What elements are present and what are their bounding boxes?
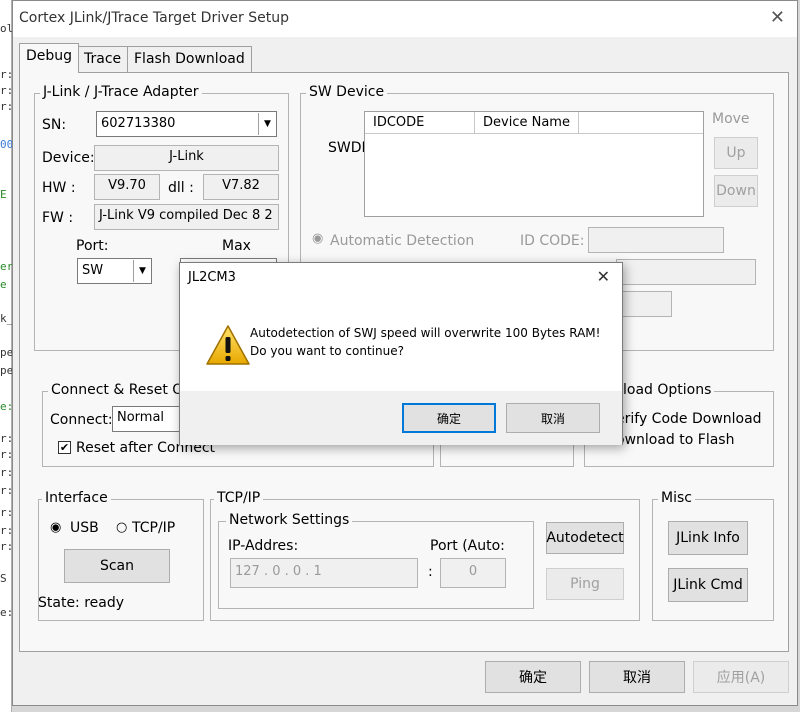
device-table[interactable]: IDCODE Device Name (364, 111, 704, 217)
title-bar: Cortex JLink/JTrace Target Driver Setup … (13, 1, 797, 37)
bg-text: e (0, 278, 7, 291)
tcpip-radio-label: TCP/IP (132, 520, 176, 536)
apply-button[interactable]: 应用(A) (693, 661, 789, 693)
port-auto-label: Port (Auto: (430, 538, 505, 554)
background-window: ole r: r: r: 00 E er e k_ pe pe e: r: r:… (0, 0, 20, 712)
sw-device-group-label: SW Device (306, 84, 388, 100)
sn-value: 602713380 (101, 116, 176, 131)
interface-group-label: Interface (42, 490, 111, 506)
scan-button[interactable]: Scan (64, 549, 170, 583)
popup-title: JL2CM3 (188, 270, 236, 285)
column-header-idcode[interactable]: IDCODE (365, 112, 475, 134)
up-button[interactable]: Up (714, 137, 758, 169)
swdi-label: SWDI (328, 140, 366, 156)
auto-detect-label: Automatic Detection (330, 233, 475, 249)
device-field: J-Link (94, 145, 279, 171)
column-header-empty (579, 112, 703, 134)
port-label: Port: (76, 238, 109, 254)
popup-cancel-button[interactable]: 取消 (506, 403, 600, 433)
popup-footer: 确定 取消 (180, 391, 622, 445)
bg-text: S (0, 572, 7, 585)
connect-reset-group-label: Connect & Reset Op (48, 382, 196, 398)
down-button[interactable]: Down (714, 175, 758, 207)
chevron-down-icon[interactable]: ▼ (258, 113, 276, 135)
download-options-group-label: load Options (620, 382, 715, 398)
close-icon[interactable]: ✕ (770, 7, 785, 28)
verify-code-download-label: erify Code Download (616, 411, 762, 427)
tab-trace[interactable]: Trace (77, 46, 129, 72)
state-label: State: ready (38, 595, 125, 611)
usb-label: USB (70, 520, 99, 536)
misc-group-label: Misc (658, 490, 695, 506)
misc-group (652, 499, 774, 621)
chevron-down-icon[interactable]: ▼ (133, 260, 151, 282)
sn-label: SN: (42, 117, 67, 133)
window-title: Cortex JLink/JTrace Target Driver Setup (19, 10, 289, 26)
bg-text: E (0, 188, 7, 201)
ap-field (616, 291, 672, 317)
hw-field: V9.70 (94, 174, 160, 200)
device-name-field (616, 259, 756, 285)
max-label: Max (222, 238, 251, 254)
port-field[interactable]: 0 (440, 558, 506, 588)
port-value: SW (82, 263, 104, 278)
autodetect-button[interactable]: Autodetect (546, 522, 624, 554)
radio-unselected-icon[interactable]: ○ (116, 520, 127, 535)
jlink-info-button[interactable]: JLink Info (668, 521, 748, 555)
ip-address-field[interactable]: 127 . 0 . 0 . 1 (230, 558, 418, 588)
warning-icon (204, 323, 252, 367)
close-icon[interactable]: ✕ (597, 267, 610, 286)
id-code-label: ID CODE: (520, 233, 585, 249)
id-code-field (588, 227, 724, 253)
sn-select[interactable]: 602713380 ▼ (96, 111, 277, 137)
column-header-device-name[interactable]: Device Name (475, 112, 579, 134)
tab-debug[interactable]: Debug (19, 43, 80, 73)
connect-label: Connect: (50, 412, 113, 428)
dll-field: V7.82 (203, 174, 279, 200)
confirm-dialog: JL2CM3 ✕ Autodetection of SWJ speed will… (179, 262, 623, 445)
radio-icon[interactable]: ◉ (312, 231, 323, 246)
colon-separator: : (428, 564, 433, 580)
move-label: Move (712, 111, 750, 127)
radio-selected-icon[interactable]: ◉ (50, 520, 61, 535)
cancel-button[interactable]: 取消 (589, 661, 685, 693)
checkbox-checked-icon[interactable]: ✔ (58, 441, 71, 454)
adapter-group-label: J-Link / J-Trace Adapter (40, 84, 202, 100)
hw-label: HW : (42, 180, 76, 196)
popup-message-line2: Do you want to continue? (250, 344, 404, 358)
ip-address-label: IP-Addres: (228, 538, 299, 554)
network-settings-label: Network Settings (226, 512, 353, 528)
download-to-flash-label: ownload to Flash (616, 432, 735, 448)
ok-button[interactable]: 确定 (485, 661, 581, 693)
ping-button[interactable]: Ping (546, 568, 624, 600)
tab-flash-download[interactable]: Flash Download (127, 46, 252, 72)
fw-label: FW : (42, 210, 74, 226)
port-select[interactable]: SW ▼ (77, 258, 152, 284)
dll-label: dll : (168, 180, 194, 196)
popup-message-line1: Autodetection of SWJ speed will overwrit… (250, 326, 601, 340)
device-label: Device: (42, 150, 95, 166)
popup-ok-button[interactable]: 确定 (402, 403, 496, 433)
jlink-cmd-button[interactable]: JLink Cmd (668, 568, 748, 602)
tcpip-group-label: TCP/IP (214, 490, 264, 506)
fw-field: J-Link V9 compiled Dec 8 2 (94, 204, 279, 230)
